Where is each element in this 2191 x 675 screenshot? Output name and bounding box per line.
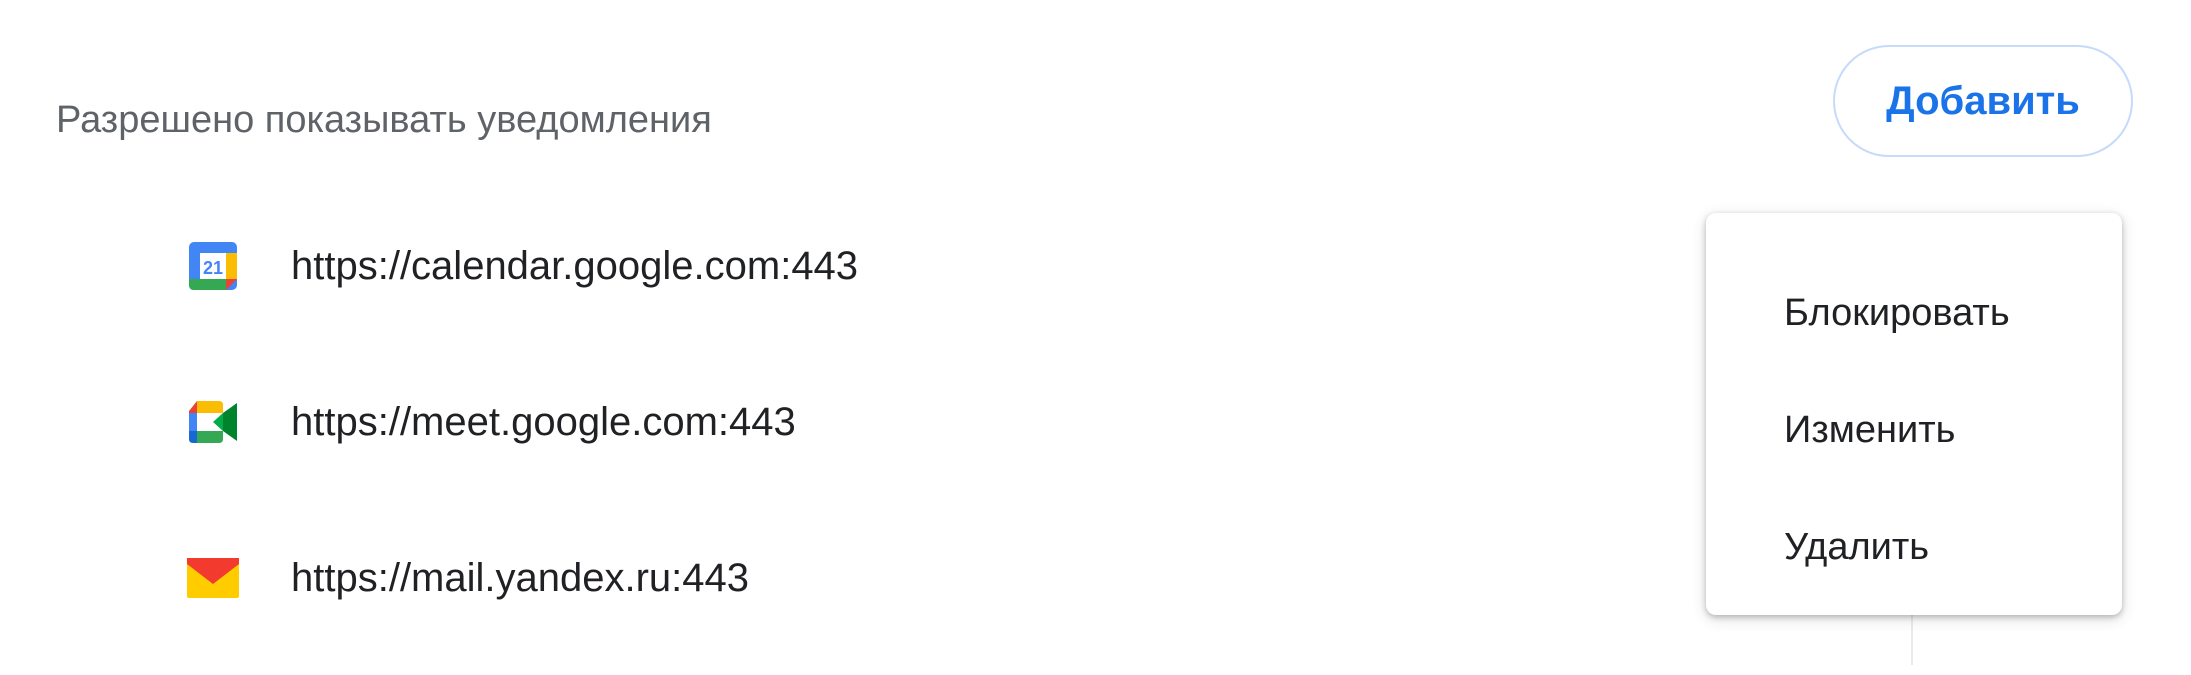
google-meet-icon <box>185 394 241 450</box>
google-calendar-icon: 21 <box>185 238 241 294</box>
menu-item-remove[interactable]: Удалить <box>1706 497 2122 597</box>
section-title: Разрешено показывать уведомления <box>56 99 712 141</box>
menu-item-edit[interactable]: Изменить <box>1706 380 2122 480</box>
site-url: https://meet.google.com:443 <box>291 399 796 444</box>
yandex-mail-icon <box>185 550 241 606</box>
site-row-yandex-mail[interactable]: https://mail.yandex.ru:443 <box>185 548 749 608</box>
add-button[interactable]: Добавить <box>1833 45 2133 157</box>
menu-item-block[interactable]: Блокировать <box>1706 263 2122 363</box>
site-row-meet[interactable]: https://meet.google.com:443 <box>185 392 796 452</box>
site-row-calendar[interactable]: 21 https://calendar.google.com:443 <box>185 236 858 296</box>
site-url: https://mail.yandex.ru:443 <box>291 555 750 600</box>
divider <box>1911 615 1913 665</box>
site-action-menu: Блокировать Изменить Удалить <box>1706 213 2122 615</box>
site-url: https://calendar.google.com:443 <box>291 243 859 288</box>
svg-text:21: 21 <box>203 258 223 278</box>
